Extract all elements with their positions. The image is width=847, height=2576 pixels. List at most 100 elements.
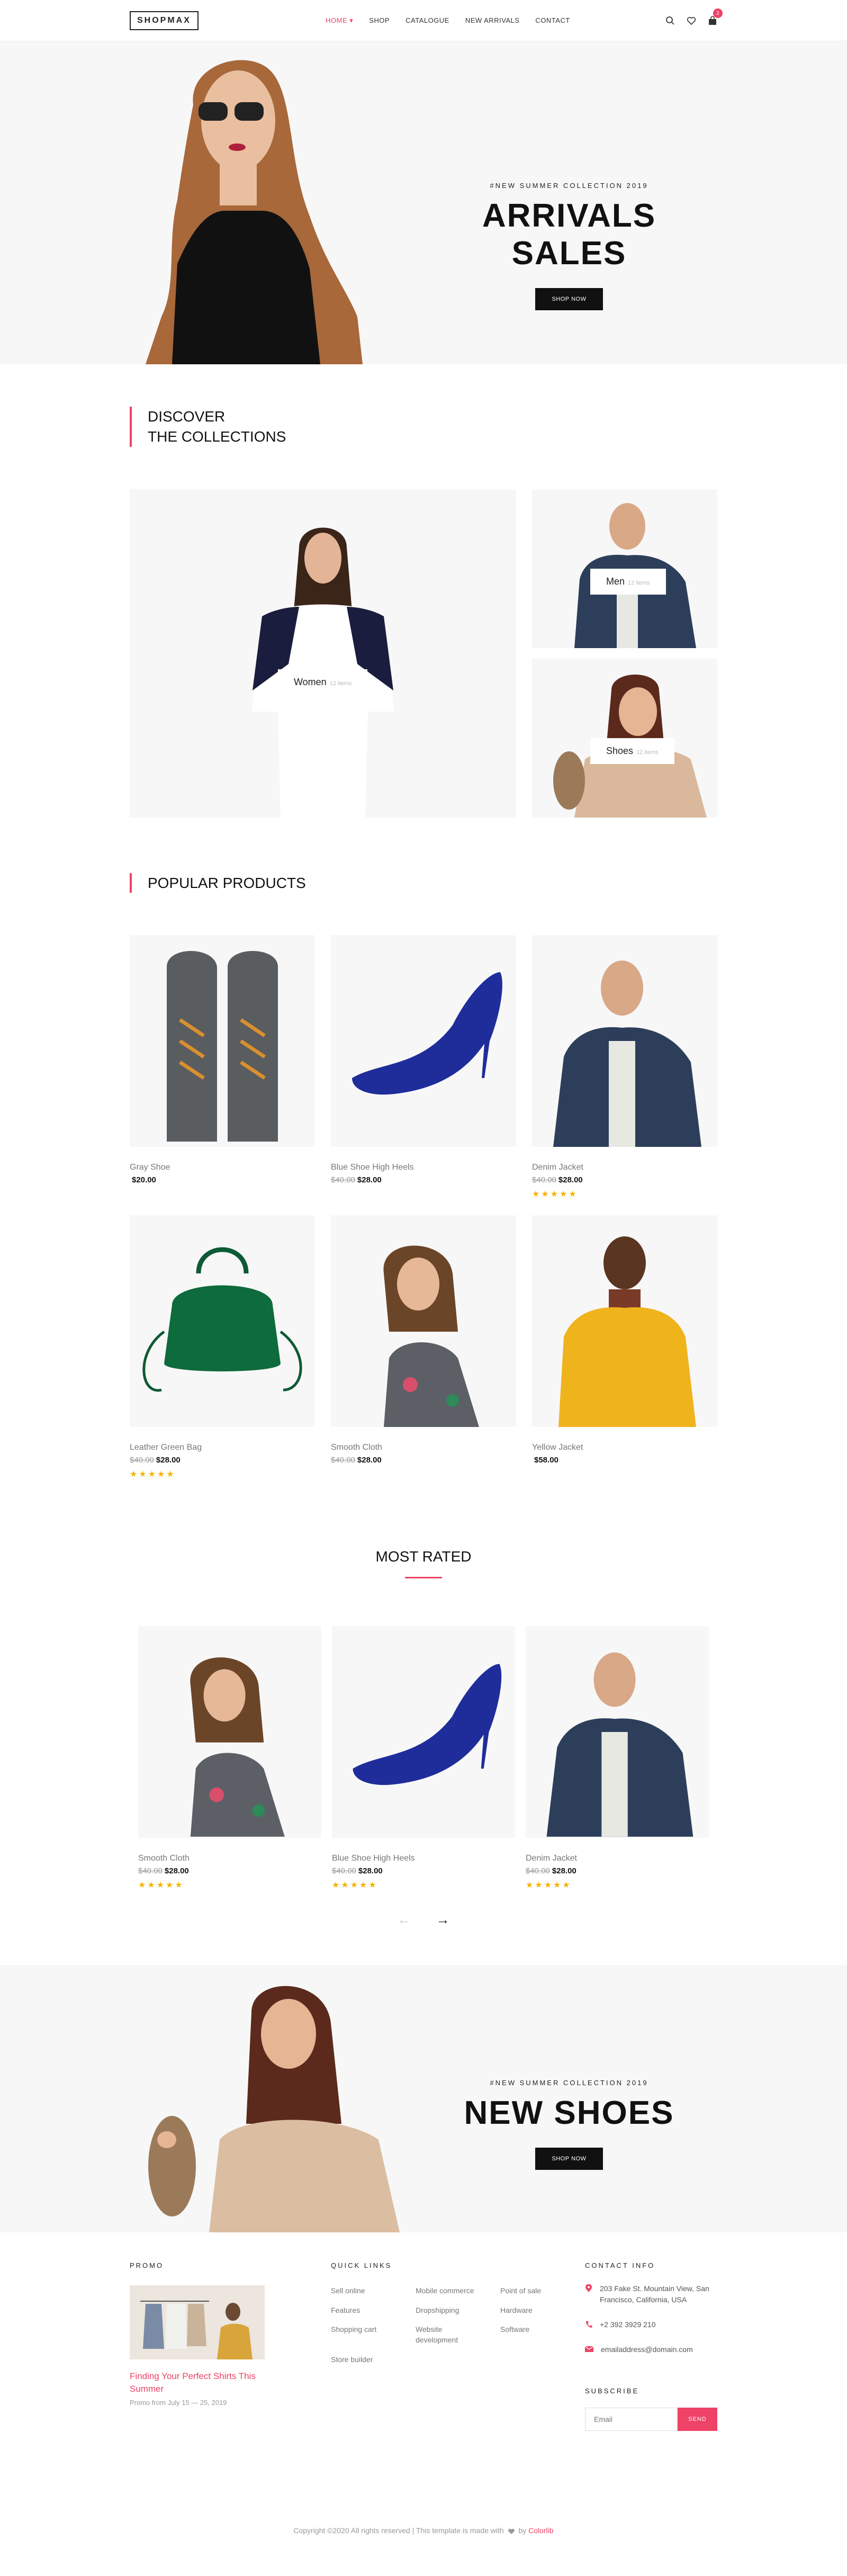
popular-products-title: POPULAR PRODUCTS	[130, 873, 717, 893]
most-rated-carousel: Smooth Cloth $40.00 $28.00 ★★★★★ Blue Sho…	[138, 1626, 709, 1890]
banner-model-image	[148, 1986, 400, 2233]
product-rating-stars: ★★★★★	[130, 1470, 176, 1479]
subscribe-email-input[interactable]	[585, 2408, 678, 2431]
product-old-price: $40.00	[526, 1866, 550, 1876]
footer-subscribe-heading: SUBSCRIBE	[585, 2387, 639, 2395]
popular-products-grid: Gray Shoe $20.00 Blue Shoe High Heels $4…	[130, 935, 717, 1479]
map-pin-icon	[585, 2284, 592, 2293]
product-name[interactable]: Denim Jacket	[526, 1854, 709, 1863]
nav-home[interactable]: HOME ▾	[326, 16, 353, 25]
bag-icon[interactable]: 2	[708, 8, 723, 25]
nav-shop[interactable]: SHOP	[369, 16, 390, 25]
product-price: $58.00	[532, 1456, 717, 1465]
product-card: Leather Green Bag $40.00 $28.00 ★★★★★	[130, 1215, 315, 1479]
carousel-arrows: ← →	[130, 1911, 717, 1928]
collection-label-men: Men 12 items	[590, 568, 666, 595]
product-current-price: $28.00	[552, 1866, 576, 1876]
search-icon[interactable]	[665, 16, 675, 25]
promo-image[interactable]	[130, 2285, 265, 2360]
promo-link[interactable]: Finding Your Perfect Shirts This Summer	[130, 2370, 267, 2395]
product-card: Denim Jacket $40.00 $28.00 ★★★★★	[532, 935, 717, 1199]
footer-link[interactable]: Point of sale	[500, 2285, 585, 2296]
product-old-price: $40.00	[532, 1175, 556, 1185]
logo[interactable]: SHOPMAX	[130, 11, 199, 30]
product-price: $40.00 $28.00	[331, 1456, 516, 1465]
carousel-prev-arrow-icon[interactable]: ←	[397, 1911, 411, 1927]
product-name[interactable]: Smooth Cloth	[138, 1854, 321, 1863]
product-price: $40.00 $28.00	[526, 1866, 709, 1875]
contact-address: 203 Fake St. Mountain View, San Francisc…	[585, 2283, 717, 2305]
collection-card-women[interactable]: Women 12 items	[130, 489, 516, 818]
footer-link[interactable]: Shopping cart	[331, 2324, 416, 2346]
blue-heels-image	[352, 972, 502, 1095]
colorlib-link[interactable]: Colorlib	[528, 2526, 553, 2535]
footer-link[interactable]: Sell online	[331, 2285, 416, 2296]
product-name[interactable]: Denim Jacket	[532, 1163, 717, 1172]
collections-grid: Women 12 items Men 12 items Shoes 12 ite…	[130, 489, 717, 823]
product-image[interactable]	[526, 1626, 709, 1838]
footer-link[interactable]: Software	[500, 2324, 585, 2346]
most-rated-title: MOST RATED	[130, 1548, 717, 1578]
product-card: Denim Jacket $40.00 $28.00 ★★★★★	[526, 1626, 709, 1890]
product-name[interactable]: Blue Shoe High Heels	[332, 1854, 515, 1863]
product-name[interactable]: Yellow Jacket	[532, 1443, 717, 1452]
product-image[interactable]	[130, 1215, 315, 1428]
footer-link[interactable]: Hardware	[500, 2305, 585, 2315]
collection-name-women: Women	[294, 676, 327, 687]
product-name[interactable]: Gray Shoe	[130, 1163, 315, 1172]
footer-link[interactable]: Dropshipping	[416, 2305, 500, 2315]
gray-shoe-image	[167, 951, 278, 1142]
product-price: $40.00 $28.00	[138, 1866, 321, 1875]
envelope-icon	[585, 2346, 593, 2353]
collections-title: DISCOVER THE COLLECTIONS	[130, 407, 717, 447]
hero-shop-now-button[interactable]: SHOP NOW	[535, 288, 603, 310]
product-card: Gray Shoe $20.00	[130, 935, 315, 1199]
product-name[interactable]: Smooth Cloth	[331, 1443, 516, 1452]
popular-products-section: POPULAR PRODUCTS Gray Shoe $20.00 Blue S…	[0, 873, 847, 1480]
contact-phone-text[interactable]: +2 392 3929 210	[600, 2319, 656, 2330]
product-current-price: $28.00	[558, 1175, 583, 1185]
footer-link[interactable]: Mobile commerce	[416, 2285, 500, 2296]
nav-contact[interactable]: CONTACT	[535, 16, 570, 25]
collection-card-men[interactable]: Men 12 items	[532, 489, 717, 648]
product-old-price: $40.00	[331, 1456, 355, 1465]
product-rating-stars: ★★★★★	[526, 1881, 572, 1890]
footer-link[interactable]: Website development	[416, 2324, 468, 2346]
product-card: Yellow Jacket $58.00	[532, 1215, 717, 1479]
product-image[interactable]	[332, 1626, 515, 1838]
product-current-price: $58.00	[534, 1456, 558, 1465]
product-old-price: $40.00	[130, 1456, 154, 1465]
collections-title-line2: THE COLLECTIONS	[148, 428, 286, 445]
contact-email: emailaddress@domain.com	[585, 2344, 717, 2355]
collection-name-shoes: Shoes	[606, 745, 634, 756]
collection-count-shoes: 12 items	[636, 749, 659, 756]
footer-link[interactable]: Store builder	[331, 2354, 416, 2365]
site-footer: PROMO Finding Your Perfect Shirts This S…	[0, 2232, 847, 2535]
product-name[interactable]: Blue Shoe High Heels	[331, 1163, 516, 1172]
collection-label-shoes: Shoes 12 items	[590, 738, 674, 764]
banner2-shop-now-button[interactable]: SHOP NOW	[535, 2148, 603, 2170]
product-image[interactable]	[130, 935, 315, 1147]
product-image[interactable]	[138, 1626, 321, 1838]
nav-new-arrivals[interactable]: NEW ARRIVALS	[465, 16, 520, 25]
product-image[interactable]	[331, 935, 516, 1147]
product-name[interactable]: Leather Green Bag	[130, 1443, 315, 1452]
carousel-next-arrow-icon[interactable]: →	[436, 1911, 450, 1927]
nav-catalogue[interactable]: CATALOGUE	[406, 16, 449, 25]
footer-link[interactable]: Features	[331, 2305, 416, 2315]
collection-name-men: Men	[606, 576, 625, 587]
contact-email-text[interactable]: emailaddress@domain.com	[601, 2344, 693, 2355]
product-old-price: $40.00	[332, 1866, 356, 1876]
product-image[interactable]	[532, 1215, 717, 1428]
subscribe-send-button[interactable]: SEND	[678, 2408, 717, 2431]
product-price: $20.00	[130, 1175, 315, 1184]
product-image[interactable]	[331, 1215, 516, 1428]
product-current-price: $28.00	[164, 1866, 189, 1876]
product-current-price: $28.00	[357, 1175, 382, 1185]
banner2-text: #NEW SUMMER COLLECTION 2019 NEW SHOES SH…	[431, 2079, 707, 2170]
product-image[interactable]	[532, 935, 717, 1147]
product-current-price: $28.00	[357, 1456, 382, 1465]
heart-icon[interactable]	[687, 16, 696, 25]
collection-card-shoes[interactable]: Shoes 12 items	[532, 658, 717, 818]
green-bag-image	[142, 1247, 302, 1392]
